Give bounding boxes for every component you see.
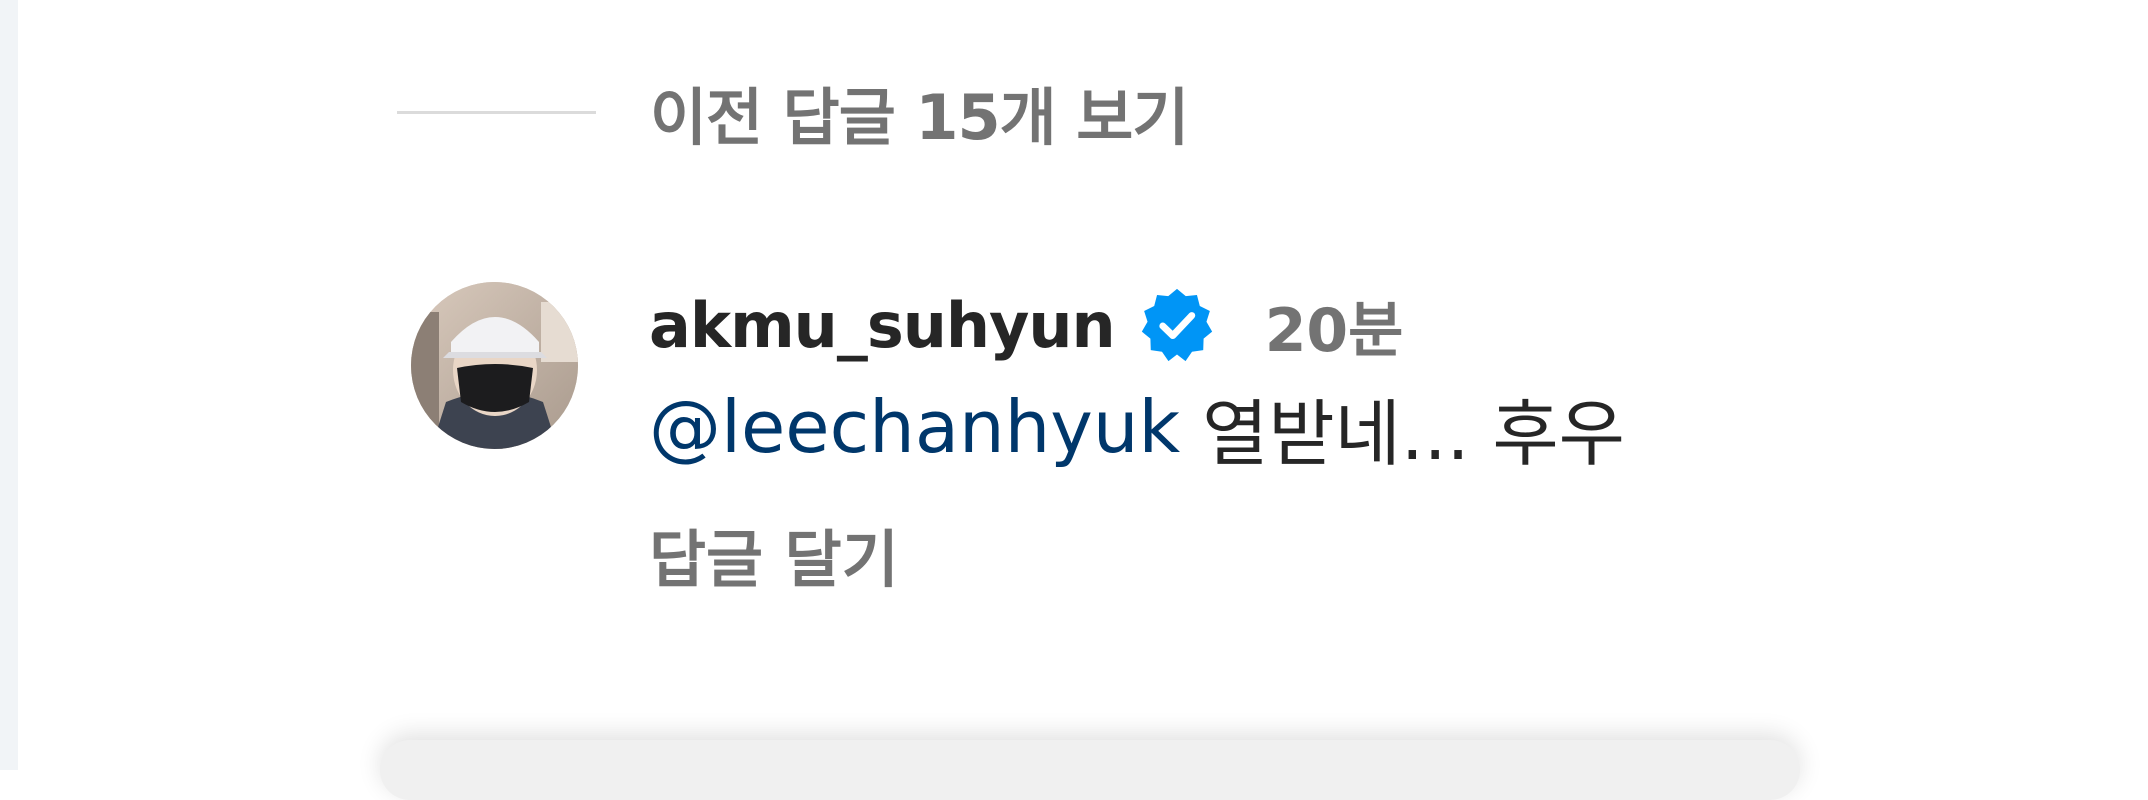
verified-badge-icon (1139, 287, 1215, 363)
comment-text: @leechanhyuk 열받네... 후우 (649, 382, 1625, 476)
reply-button[interactable]: 답글 달기 (649, 514, 899, 596)
view-previous-replies[interactable]: 이전 답글 15개 보기 (397, 72, 1189, 154)
comment-message: 열받네... 후우 (1202, 391, 1625, 476)
comment-meta: akmu_suhyun 20분 (649, 282, 1403, 368)
username[interactable]: akmu_suhyun (649, 289, 1116, 362)
avatar-image (411, 282, 578, 449)
left-edge-strip (0, 0, 18, 770)
avatar[interactable] (411, 282, 578, 449)
comment-timestamp[interactable]: 20분 (1265, 282, 1404, 369)
mention-link[interactable]: @leechanhyuk (649, 385, 1180, 469)
view-previous-replies-label[interactable]: 이전 답글 15개 보기 (650, 67, 1189, 157)
bottom-panel-edge (380, 740, 1800, 800)
replies-divider-line (397, 110, 596, 114)
